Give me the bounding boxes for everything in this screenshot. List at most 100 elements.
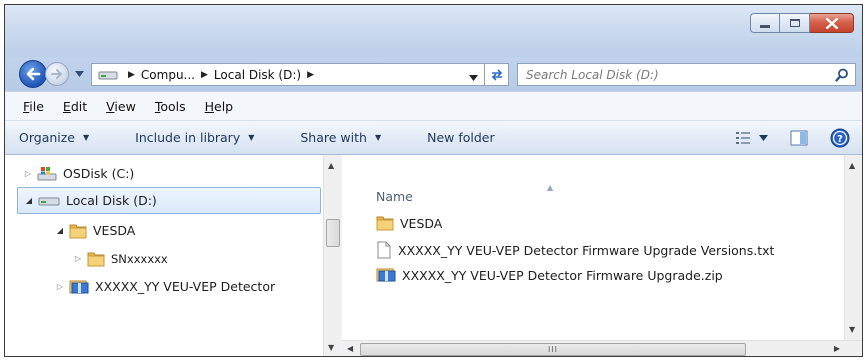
- file-row-versions-txt[interactable]: XXXXX_YY VEU-VEP Detector Firmware Upgra…: [376, 239, 774, 261]
- os-drive-icon: [37, 166, 57, 182]
- file-name: XXXXX_YY VEU-VEP Detector Firmware Upgra…: [402, 267, 723, 283]
- folder-icon: [87, 251, 105, 267]
- collapse-arrow-icon[interactable]: ◢: [55, 226, 65, 235]
- menu-tools[interactable]: Tools: [155, 99, 186, 114]
- menu-tools-rest: ools: [160, 98, 186, 114]
- explorer-window: ▶ Compu... ▶ Local Disk (D:) ▶ File Ed: [4, 4, 863, 357]
- file-list-horizontal-scrollbar[interactable]: ◀ III ▶: [342, 340, 862, 356]
- back-arrow-icon: [26, 67, 41, 81]
- command-bar: Organize ▼ Include in library ▼ Share wi…: [5, 121, 862, 155]
- title-bar: [5, 5, 862, 57]
- folder-icon: [69, 223, 87, 239]
- preview-pane-button[interactable]: [790, 130, 808, 146]
- breadcrumb-separator-icon: ▶: [128, 69, 135, 80]
- scrollbar-thumb[interactable]: III: [360, 343, 746, 356]
- new-folder-button[interactable]: New folder: [427, 130, 495, 145]
- breadcrumb-local-disk[interactable]: Local Disk (D:): [214, 68, 301, 82]
- chevron-down-icon: [74, 71, 84, 77]
- include-in-library-label: Include in library: [135, 130, 241, 145]
- view-list-icon: [736, 132, 750, 144]
- address-bar[interactable]: ▶ Compu... ▶ Local Disk (D:) ▶: [91, 63, 485, 86]
- recent-pages-button[interactable]: [73, 67, 85, 81]
- tree-item-osdisk[interactable]: ▷ OSDisk (C:): [23, 160, 134, 187]
- zip-file-icon: [376, 267, 396, 283]
- navigation-pane-scrollbar[interactable]: ▲ ▼: [323, 155, 341, 356]
- tree-label-vesda: VESDA: [93, 223, 136, 238]
- scroll-up-icon[interactable]: ▲: [849, 161, 855, 170]
- close-icon: [825, 17, 838, 29]
- window-controls: [750, 13, 854, 33]
- thumb-grip-icon: III: [547, 345, 559, 354]
- scrollbar-thumb[interactable]: [326, 219, 340, 247]
- menu-bar: File Edit View Tools Help: [5, 91, 862, 121]
- folder-icon: [376, 215, 394, 231]
- address-history-dropdown[interactable]: [469, 70, 478, 84]
- chevron-down-icon: ▼: [248, 133, 255, 142]
- change-view-button[interactable]: [735, 131, 768, 145]
- collapse-arrow-icon[interactable]: ◢: [24, 196, 34, 205]
- search-box: [517, 63, 856, 86]
- scroll-left-icon[interactable]: ◀: [347, 344, 353, 353]
- chevron-down-icon: ▼: [83, 133, 90, 142]
- organize-label: Organize: [19, 130, 75, 145]
- menu-edit[interactable]: Edit: [63, 99, 87, 114]
- menu-file-rest: ile: [29, 98, 44, 114]
- file-list-vertical-scrollbar[interactable]: ▲ ▼: [844, 155, 862, 340]
- tree-item-vesda[interactable]: ◢ VESDA: [55, 217, 135, 244]
- close-button[interactable]: [810, 13, 854, 33]
- tree-item-snxxxxxx[interactable]: ▷ SNxxxxxx: [73, 245, 168, 272]
- file-list-pane: ▲ Name VESDA XXXXX_YY VEU-VEP Detector F…: [342, 155, 862, 356]
- new-folder-label: New folder: [427, 130, 495, 145]
- menu-file[interactable]: File: [23, 99, 44, 114]
- svg-text:?: ?: [837, 134, 843, 145]
- minimize-icon: [760, 24, 770, 28]
- refresh-icon: [491, 68, 502, 81]
- drive-icon: [98, 71, 118, 79]
- search-icon[interactable]: [835, 68, 849, 82]
- help-button[interactable]: ?: [830, 128, 850, 148]
- forward-button[interactable]: [45, 62, 69, 86]
- file-row-upgrade-zip[interactable]: XXXXX_YY VEU-VEP Detector Firmware Upgra…: [376, 264, 723, 286]
- menu-help[interactable]: Help: [205, 99, 234, 114]
- drive-icon: [38, 195, 60, 207]
- tree-label-snxxxxxx: SNxxxxxx: [111, 251, 168, 266]
- file-name: VESDA: [400, 215, 443, 231]
- view-controls: ?: [713, 128, 850, 148]
- share-with-label: Share with: [300, 130, 367, 145]
- refresh-button[interactable]: [485, 63, 509, 86]
- menu-help-rest: elp: [214, 98, 234, 114]
- scroll-down-icon[interactable]: ▼: [849, 325, 855, 334]
- search-input[interactable]: [526, 67, 816, 82]
- chevron-down-icon: [759, 135, 768, 141]
- back-button[interactable]: [19, 60, 47, 88]
- breadcrumb-computer[interactable]: Compu...: [141, 68, 195, 82]
- tree-item-zip-detector[interactable]: ▷ XXXXX_YY VEU-VEP Detector: [55, 273, 275, 300]
- menu-view[interactable]: View: [106, 99, 136, 114]
- zip-folder-icon: [69, 279, 89, 295]
- file-name: XXXXX_YY VEU-VEP Detector Firmware Upgra…: [398, 242, 775, 258]
- breadcrumb-separator-icon[interactable]: ▶: [307, 70, 314, 80]
- expand-arrow-icon[interactable]: ▷: [23, 169, 33, 178]
- tree-item-local-disk[interactable]: ◢ Local Disk (D:): [17, 187, 321, 214]
- column-header-name[interactable]: Name: [376, 189, 413, 204]
- menu-edit-rest: dit: [70, 98, 88, 114]
- expand-arrow-icon[interactable]: ▷: [55, 282, 65, 291]
- include-in-library-button[interactable]: Include in library ▼: [135, 130, 254, 145]
- tree-label-zip-detector: XXXXX_YY VEU-VEP Detector: [95, 279, 276, 294]
- maximize-icon: [789, 19, 800, 27]
- scroll-right-icon[interactable]: ▶: [834, 344, 840, 353]
- forward-arrow-icon: [51, 69, 62, 79]
- scroll-up-icon[interactable]: ▲: [328, 161, 334, 170]
- scroll-down-icon[interactable]: ▼: [328, 343, 334, 352]
- chevron-down-icon: [469, 75, 478, 81]
- menu-help-accel: H: [204, 98, 215, 114]
- breadcrumb-separator-icon: ▶: [201, 69, 208, 80]
- minimize-button[interactable]: [750, 13, 780, 33]
- sort-ascending-icon: ▲: [547, 183, 554, 192]
- maximize-button[interactable]: [780, 13, 810, 33]
- expand-arrow-icon[interactable]: ▷: [73, 254, 83, 263]
- tree-label-osdisk: OSDisk (C:): [63, 166, 135, 181]
- organize-button[interactable]: Organize ▼: [19, 130, 89, 145]
- file-row-vesda[interactable]: VESDA: [376, 212, 442, 234]
- share-with-button[interactable]: Share with ▼: [300, 130, 381, 145]
